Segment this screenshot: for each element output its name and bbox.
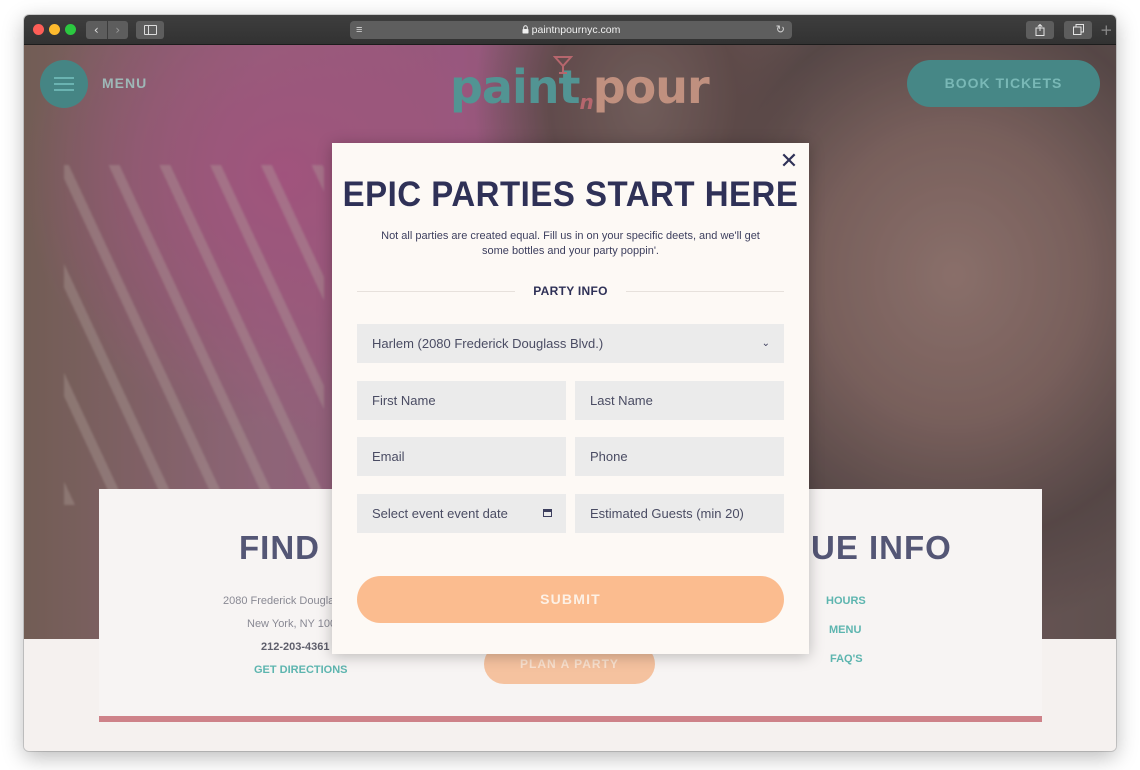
share-icon [1035, 23, 1045, 36]
phone-placeholder: Phone [590, 449, 628, 464]
lock-icon [522, 25, 529, 34]
forward-button[interactable]: › [106, 21, 129, 39]
first-name-input[interactable]: First Name [357, 381, 566, 420]
history-nav: ‹ › [86, 21, 128, 39]
calendar-icon[interactable] [543, 509, 552, 517]
reload-icon[interactable]: ↻ [776, 21, 785, 39]
last-name-input[interactable]: Last Name [575, 381, 784, 420]
back-button[interactable]: ‹ [86, 21, 107, 39]
tabs-overview-button[interactable] [1064, 21, 1092, 39]
location-select[interactable]: Harlem (2080 Frederick Douglass Blvd.) ⌄ [357, 324, 784, 363]
chevron-down-icon: ⌄ [761, 338, 770, 349]
modal-title: EPIC PARTIES START HERE [342, 173, 799, 214]
email-input[interactable]: Email [357, 437, 566, 476]
phone-input[interactable]: Phone [575, 437, 784, 476]
url-text: paintnpournyc.com [531, 24, 621, 36]
first-name-placeholder: First Name [372, 393, 436, 408]
last-name-placeholder: Last Name [590, 393, 653, 408]
event-date-input[interactable]: Select event event date [357, 494, 566, 533]
event-date-placeholder: Select event event date [372, 506, 508, 521]
sidebar-toggle-button[interactable] [136, 21, 164, 39]
tabs-icon [1072, 24, 1084, 35]
estimated-guests-input[interactable]: Estimated Guests (min 20) [575, 494, 784, 533]
estimated-guests-placeholder: Estimated Guests (min 20) [590, 506, 744, 521]
location-select-value: Harlem (2080 Frederick Douglass Blvd.) [372, 336, 604, 351]
url-field[interactable]: paintnpournyc.com [350, 21, 792, 39]
browser-window: ‹ › ≡ paintnpournyc.com ↻ + MENU paintnp… [24, 15, 1116, 751]
minimize-window-button[interactable] [49, 24, 60, 35]
zoom-window-button[interactable] [65, 24, 76, 35]
email-placeholder: Email [372, 449, 405, 464]
sidebar-icon [144, 25, 157, 35]
share-button[interactable] [1026, 21, 1054, 39]
modal-subtitle: Not all parties are created equal. Fill … [381, 230, 760, 257]
browser-toolbar: ‹ › ≡ paintnpournyc.com ↻ + [24, 15, 1116, 45]
address-bar[interactable]: ≡ paintnpournyc.com ↻ [350, 21, 792, 39]
web-page: MENU paintnpour BOOK TICKETS FIND U UE I… [24, 45, 1116, 751]
new-tab-icon[interactable]: + [1100, 23, 1113, 38]
submit-button[interactable]: SUBMIT [357, 576, 784, 623]
party-info-label: PARTY INFO [533, 284, 608, 298]
close-icon[interactable]: ✕ [779, 151, 799, 173]
party-booking-modal: ✕ EPIC PARTIES START HERE Not all partie… [332, 143, 809, 654]
close-window-button[interactable] [33, 24, 44, 35]
